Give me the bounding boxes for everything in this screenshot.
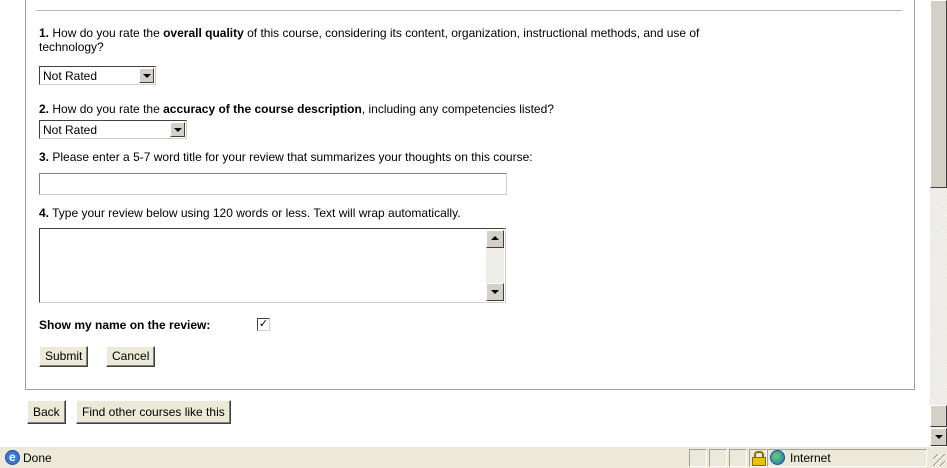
select-value: Not Rated — [43, 123, 98, 137]
scrollbar-track-upper[interactable] — [930, 0, 947, 188]
scroll-down-icon[interactable] — [930, 428, 947, 446]
question-text: , including any competencies listed? — [361, 102, 554, 116]
submit-button[interactable]: Submit — [39, 346, 89, 367]
show-name-label: Show my name on the review: — [39, 318, 211, 332]
select-value: Not Rated — [43, 69, 98, 83]
question-number: 1. — [39, 26, 50, 40]
question-text: Please enter a 5-7 word title for your r… — [49, 150, 533, 164]
find-other-courses-button[interactable]: Find other courses like this — [76, 400, 231, 424]
description-accuracy-select[interactable]: Not Rated — [39, 120, 187, 139]
review-title-input[interactable] — [39, 173, 507, 195]
question-number: 2. — [39, 102, 50, 116]
security-zone-label: Internet — [790, 451, 831, 465]
question-text: Type your review below using 120 words o… — [49, 206, 461, 220]
divider — [36, 10, 902, 11]
status-bar: Done Internet — [0, 446, 947, 468]
page-scrollbar[interactable] — [930, 0, 947, 446]
question-text: How do you rate the — [49, 26, 164, 40]
back-button[interactable]: Back — [27, 400, 66, 424]
resize-grip-icon[interactable] — [933, 454, 945, 466]
question-number: 3. — [39, 150, 50, 164]
lock-icon — [752, 451, 766, 466]
chevron-down-icon[interactable] — [170, 122, 185, 137]
page-content: 1. How do you rate the overall quality o… — [0, 0, 930, 446]
question-1-text: 1. How do you rate the overall quality o… — [39, 26, 879, 54]
cancel-button[interactable]: Cancel — [106, 346, 156, 367]
question-text: technology? — [39, 40, 104, 54]
question-number: 4. — [39, 206, 50, 220]
show-name-checkbox[interactable]: ✓ — [257, 318, 270, 331]
status-cell — [709, 449, 727, 467]
scrollbar-thumb[interactable] — [930, 405, 947, 427]
globe-icon — [770, 450, 785, 465]
status-cell — [729, 449, 747, 467]
scroll-up-icon[interactable] — [486, 230, 504, 248]
question-text: How do you rate the — [49, 102, 164, 116]
question-3-text: 3. Please enter a 5-7 word title for you… — [39, 150, 533, 164]
ie-page-icon — [5, 450, 20, 465]
question-2-text: 2. How do you rate the accuracy of the c… — [39, 102, 554, 116]
chevron-down-icon[interactable] — [139, 68, 154, 83]
question-text: of this course, considering its content,… — [243, 26, 700, 40]
status-text: Done — [23, 451, 52, 465]
review-textarea[interactable] — [39, 228, 506, 303]
question-emphasis: overall quality — [163, 26, 244, 40]
scroll-down-icon[interactable] — [486, 283, 504, 301]
status-cell — [689, 449, 707, 467]
question-4-text: 4. Type your review below using 120 word… — [39, 206, 461, 220]
overall-quality-select[interactable]: Not Rated — [39, 66, 156, 85]
question-emphasis: accuracy of the course description — [163, 102, 362, 116]
textarea-scrollbar[interactable] — [486, 230, 504, 301]
